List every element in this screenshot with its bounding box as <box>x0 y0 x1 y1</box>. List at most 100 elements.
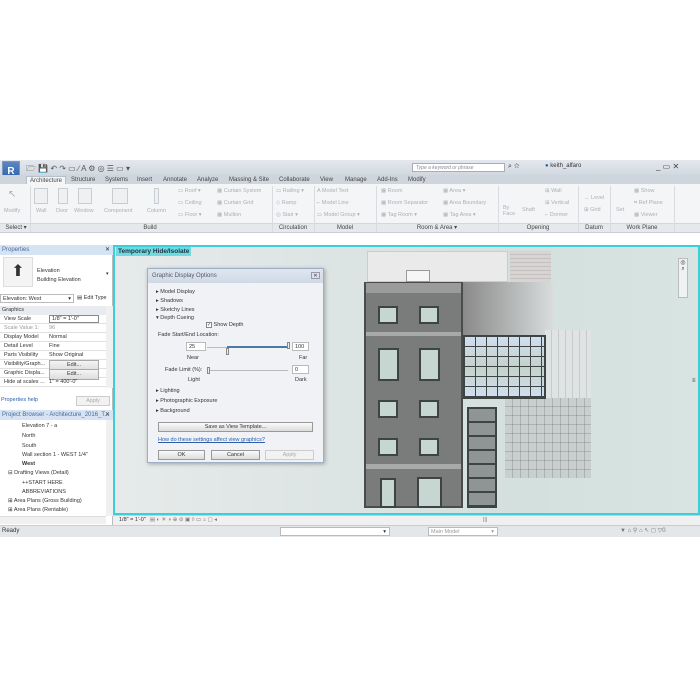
design-option-dropdown[interactable]: Main Model ▾ <box>428 527 498 536</box>
area-button[interactable]: ▦ Area ▾ <box>443 188 465 194</box>
browser-group[interactable]: ⊞ Area Plans (Rentable) <box>8 507 68 513</box>
area-boundary-button[interactable]: ▦ Area Boundary <box>443 200 486 206</box>
modify-button[interactable]: Modify <box>4 208 20 214</box>
panel-select[interactable]: Select ▾ <box>2 224 30 233</box>
section-photographic-exposure[interactable]: ▸ Photographic Exposure <box>156 398 217 404</box>
level-button[interactable]: → Level <box>584 195 604 201</box>
cancel-button[interactable]: Cancel <box>211 450 260 460</box>
dialog-apply-button[interactable]: Apply <box>265 450 314 460</box>
dialog-close-button[interactable]: ✕ <box>311 272 320 279</box>
door-button[interactable]: Door <box>56 208 68 214</box>
save-view-template-button[interactable]: Save as View Template... <box>158 422 313 432</box>
scroll-thumb[interactable]: ≡ <box>692 378 696 384</box>
stair-button[interactable]: ◎ Stair ▾ <box>276 212 298 218</box>
section-depth-cueing[interactable]: ▾ Depth Cueing <box>156 315 194 321</box>
help-link[interactable]: How do these settings affect view graphi… <box>158 437 265 443</box>
lower-curtain-wall <box>505 398 591 478</box>
prop-row-display-model[interactable]: Display Model Normal <box>0 333 106 342</box>
window-controls[interactable]: _ ▭ ✕ <box>656 162 679 171</box>
prop-row-detail-level[interactable]: Detail Level Fine <box>0 342 106 351</box>
curtain-grid-button[interactable]: ▦ Curtain Grid <box>217 200 253 206</box>
close-icon[interactable]: ✕ <box>105 245 110 255</box>
set-button[interactable]: Set <box>616 207 624 213</box>
show-button[interactable]: ▦ Show <box>634 188 655 194</box>
browser-v-scrollbar[interactable] <box>106 420 113 516</box>
ref-plane-button[interactable]: ⌗ Ref Plane <box>634 200 663 207</box>
browser-item[interactable]: North <box>22 433 35 439</box>
selection-filter-icons[interactable]: ▼ ⌂ ⚲ ⌂ ↖ ◻ ▽0 <box>620 527 666 534</box>
instance-selector[interactable]: Elevation: West ▾ <box>0 294 74 303</box>
window-button[interactable]: Window <box>74 208 94 214</box>
edit-type-button[interactable]: ▤ Edit Type <box>77 295 107 301</box>
grid-button[interactable]: ⊞ Grid <box>584 207 601 213</box>
window <box>378 348 399 381</box>
opening-wall-button[interactable]: ⊞ Wall <box>545 188 562 194</box>
near-input[interactable]: 25 <box>186 342 206 351</box>
user-account[interactable]: ● keith_alfaro <box>545 163 581 169</box>
roof-button[interactable]: ▭ Roof ▾ <box>178 188 201 194</box>
browser-item-selected[interactable]: West <box>22 461 35 467</box>
browser-item[interactable]: ABBREVIATIONS <box>22 489 66 495</box>
temporary-hide-isolate-label: Temporary Hide/Isolate <box>116 247 192 256</box>
curtain-system-button[interactable]: ▦ Curtain System <box>217 188 261 194</box>
ok-button[interactable]: OK <box>158 450 205 460</box>
view-controls-icons[interactable]: ▤ ◐ ☀ ◑ ⊕ ⊘ ▣ ◊ ▭ ⌂ ▢ ◂ <box>150 517 217 523</box>
browser-group[interactable]: ⊞ Area Plans (Gross Building) <box>8 498 82 504</box>
show-depth-checkbox[interactable]: ✓ Show Depth <box>206 322 244 328</box>
properties-scrollbar[interactable] <box>106 306 113 388</box>
panel-room-area[interactable]: Room & Area ▾ <box>376 224 498 233</box>
browser-group[interactable]: ⊟ Drafting Views (Detail) <box>8 470 69 476</box>
view-scale-input[interactable]: 1/8" = 1'-0" <box>49 315 99 323</box>
floor-button[interactable]: ▭ Floor ▾ <box>178 212 202 218</box>
view-scale-button[interactable]: 1/8" = 1'-0" <box>119 517 146 523</box>
wall-button[interactable]: Wall <box>36 208 47 214</box>
vertical-button[interactable]: ⊞ Vertical <box>545 200 569 206</box>
binoculars-icon[interactable]: ⌕ ☆ <box>508 163 520 171</box>
prop-row-parts-visibility[interactable]: Parts Visibility Show Original <box>0 351 106 360</box>
fade-limit-handle[interactable] <box>207 367 210 374</box>
fade-limit-input[interactable]: 0 <box>292 365 309 374</box>
tag-area-button[interactable]: ▦ Tag Area ▾ <box>443 212 476 218</box>
by-face-button[interactable]: By Face <box>503 205 517 217</box>
apply-button[interactable]: Apply <box>76 396 110 406</box>
model-text-button[interactable]: A Model Text <box>317 188 348 194</box>
fade-location-label: Fade Start/End Location: <box>158 332 219 338</box>
model-line-button[interactable]: ⌐ Model Line <box>317 200 349 206</box>
browser-item[interactable]: Wall section 1 - WEST 1/4" <box>22 452 88 458</box>
browser-item[interactable]: South <box>22 443 36 449</box>
shaft-button[interactable]: Shaft <box>522 207 535 213</box>
component-button[interactable]: Component <box>104 208 132 214</box>
dormer-button[interactable]: ⌐ Dormer <box>545 212 568 218</box>
viewer-button[interactable]: ▦ Viewer <box>634 212 657 218</box>
room-button[interactable]: ▦ Room <box>381 188 402 194</box>
section-background[interactable]: ▸ Background <box>156 408 190 414</box>
model-group-button[interactable]: ▭ Model Group ▾ <box>317 212 360 218</box>
type-name: Elevation <box>37 268 60 274</box>
properties-help-link[interactable]: Properties help <box>1 397 38 403</box>
graphics-group[interactable]: Graphics <box>0 306 106 315</box>
prop-row-hide-at-scales[interactable]: Hide at scales ... 1" = 400'-0" <box>0 378 106 387</box>
h-scroll-thumb[interactable]: ||| <box>483 516 487 525</box>
navigation-bar[interactable]: ◎ ⌕ <box>678 258 688 298</box>
column-button[interactable]: Column <box>147 208 166 214</box>
railing-button[interactable]: ▭ Railing ▾ <box>276 188 304 194</box>
browser-item[interactable]: ++START HERE <box>22 480 63 486</box>
ceiling-button[interactable]: ▭ Ceiling <box>178 200 202 206</box>
browser-h-scrollbar[interactable] <box>0 516 106 524</box>
ramp-button[interactable]: ◇ Ramp <box>276 200 296 206</box>
type-dropdown-icon[interactable]: ▾ <box>106 271 109 277</box>
section-lighting[interactable]: ▸ Lighting <box>156 388 180 394</box>
mullion-button[interactable]: ▦ Mullion <box>217 212 241 218</box>
room-separator-button[interactable]: ▦ Room Separator <box>381 200 428 206</box>
close-icon[interactable]: ✕ <box>105 410 110 420</box>
search-input[interactable]: Type a keyword or phrase <box>412 163 505 172</box>
far-input[interactable]: 100 <box>292 342 309 351</box>
browser-item[interactable]: Elevation 7 - a <box>22 423 57 429</box>
tag-room-button[interactable]: ▦ Tag Room ▾ <box>381 212 417 218</box>
section-sketchy-lines[interactable]: ▸ Sketchy Lines <box>156 307 195 313</box>
section-model-display[interactable]: ▸ Model Display <box>156 289 195 295</box>
far-slider-handle[interactable] <box>287 342 290 349</box>
near-slider-handle[interactable] <box>226 348 229 355</box>
section-shadows[interactable]: ▸ Shadows <box>156 298 183 304</box>
workset-dropdown[interactable]: ▾ <box>280 527 390 536</box>
